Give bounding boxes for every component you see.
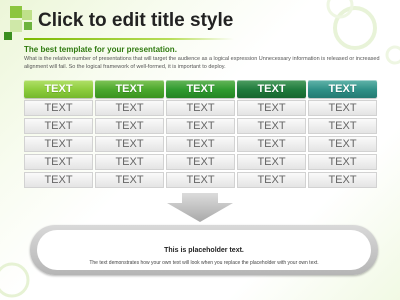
table-cell[interactable]: TEXT bbox=[24, 118, 93, 134]
table-header-cell[interactable]: TEXT bbox=[166, 80, 235, 98]
slide-title[interactable]: Click to edit title style bbox=[38, 10, 233, 32]
table-header-cell[interactable]: TEXT bbox=[24, 80, 93, 98]
table-cell[interactable]: TEXT bbox=[166, 136, 235, 152]
table-cell[interactable]: TEXT bbox=[237, 136, 306, 152]
table-row: TEXT TEXT TEXT TEXT TEXT bbox=[24, 100, 378, 116]
table-cell[interactable]: TEXT bbox=[237, 172, 306, 188]
table-cell[interactable]: TEXT bbox=[95, 172, 164, 188]
table-cell[interactable]: TEXT bbox=[24, 100, 93, 116]
table-cell[interactable]: TEXT bbox=[237, 100, 306, 116]
panel-text[interactable]: The text demonstrates how your own text … bbox=[37, 260, 371, 266]
table-row: TEXT TEXT TEXT TEXT TEXT bbox=[24, 136, 378, 152]
table-header-cell[interactable]: TEXT bbox=[95, 80, 164, 98]
table-cell[interactable]: TEXT bbox=[237, 118, 306, 134]
table-cell[interactable]: TEXT bbox=[95, 136, 164, 152]
table-cell[interactable]: TEXT bbox=[24, 154, 93, 170]
down-arrow-icon bbox=[167, 193, 233, 222]
table-header-row: TEXT TEXT TEXT TEXT TEXT bbox=[24, 80, 378, 98]
table-cell[interactable]: TEXT bbox=[308, 154, 377, 170]
table-header-cell[interactable]: TEXT bbox=[308, 80, 377, 98]
table-row: TEXT TEXT TEXT TEXT TEXT bbox=[24, 154, 378, 170]
placeholder-panel: This is placeholder text. The text demon… bbox=[30, 225, 378, 275]
table-cell[interactable]: TEXT bbox=[308, 172, 377, 188]
title-underline bbox=[24, 38, 234, 40]
subtitle[interactable]: The best template for your presentation. bbox=[24, 45, 177, 54]
table-cell[interactable]: TEXT bbox=[95, 154, 164, 170]
placeholder-panel-inner: This is placeholder text. The text demon… bbox=[37, 230, 371, 270]
table-row: TEXT TEXT TEXT TEXT TEXT bbox=[24, 172, 378, 188]
table-cell[interactable]: TEXT bbox=[24, 172, 93, 188]
table-cell[interactable]: TEXT bbox=[95, 100, 164, 116]
table-row: TEXT TEXT TEXT TEXT TEXT bbox=[24, 118, 378, 134]
table-cell[interactable]: TEXT bbox=[166, 118, 235, 134]
table-cell[interactable]: TEXT bbox=[95, 118, 164, 134]
body-text[interactable]: What is the relative number of presentat… bbox=[24, 55, 380, 71]
text-table: TEXT TEXT TEXT TEXT TEXT TEXT TEXT TEXT … bbox=[24, 80, 378, 190]
table-header-cell[interactable]: TEXT bbox=[237, 80, 306, 98]
table-cell[interactable]: TEXT bbox=[308, 100, 377, 116]
table-cell[interactable]: TEXT bbox=[308, 118, 377, 134]
panel-title[interactable]: This is placeholder text. bbox=[37, 247, 371, 254]
table-cell[interactable]: TEXT bbox=[166, 154, 235, 170]
table-cell[interactable]: TEXT bbox=[24, 136, 93, 152]
table-cell[interactable]: TEXT bbox=[237, 154, 306, 170]
table-cell[interactable]: TEXT bbox=[308, 136, 377, 152]
table-cell[interactable]: TEXT bbox=[166, 172, 235, 188]
table-cell[interactable]: TEXT bbox=[166, 100, 235, 116]
